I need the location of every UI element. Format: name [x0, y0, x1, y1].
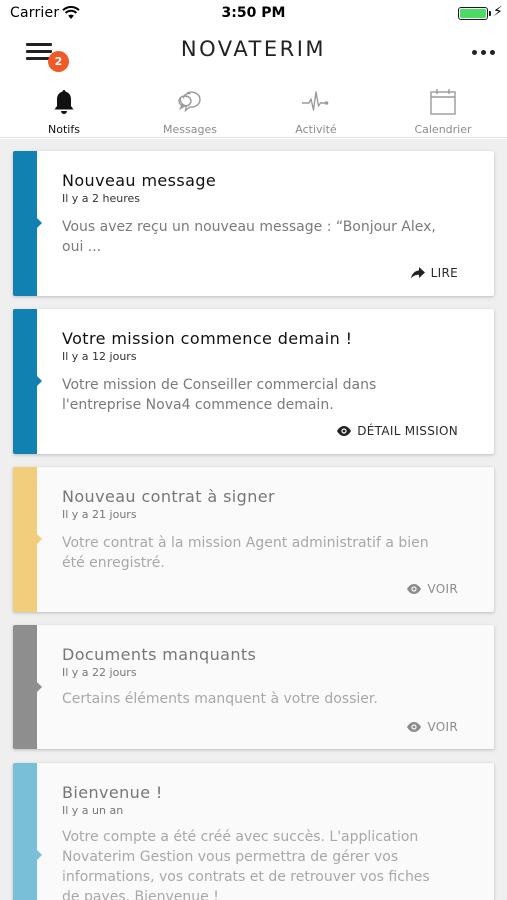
- battery-icon: [458, 7, 488, 20]
- tab-label: Messages: [163, 123, 217, 136]
- notification-color-stripe: [13, 309, 37, 454]
- notification-title: Nouveau contrat à signer: [62, 487, 275, 506]
- notification-card[interactable]: Votre mission commence demain ! Il y a 1…: [13, 309, 494, 454]
- notification-time: Il y a un an: [62, 804, 124, 817]
- eye-icon: [337, 426, 352, 436]
- app-header: 2 NOVATERIM: [0, 26, 507, 78]
- reply-arrow-icon: [410, 267, 425, 279]
- clock: 3:50 PM: [221, 5, 286, 21]
- notification-title: Nouveau message: [62, 171, 217, 190]
- tab-activite[interactable]: Activité: [253, 82, 379, 138]
- tab-calendrier[interactable]: Calendrier: [380, 82, 506, 138]
- action-label: DÉTAIL MISSION: [357, 424, 458, 438]
- notification-card[interactable]: Nouveau message Il y a 2 heures Vous ave…: [13, 151, 494, 296]
- tab-notifs[interactable]: Notifs: [1, 82, 127, 138]
- pulse-icon: [302, 91, 329, 111]
- tab-bar: Notifs Messages Activité Calendrier: [0, 82, 507, 138]
- notification-color-stripe: [13, 151, 37, 296]
- app-title: NOVATERIM: [180, 37, 327, 61]
- notification-title: Votre mission commence demain !: [62, 329, 353, 348]
- notification-card[interactable]: Bienvenue ! Il y a un an Votre compte a …: [13, 763, 494, 900]
- notification-body: Votre mission de Conseiller commercial d…: [62, 377, 377, 413]
- notification-color-stripe: [13, 763, 37, 900]
- notification-time: Il y a 2 heures: [62, 192, 141, 205]
- action-label: LIRE: [430, 266, 458, 280]
- eye-icon: [407, 722, 422, 732]
- calendar-icon: [430, 89, 456, 115]
- more-options-button[interactable]: [470, 48, 498, 58]
- notification-time: Il y a 12 jours: [62, 350, 137, 363]
- notification-title: Documents manquants: [62, 645, 257, 664]
- eye-icon: [407, 584, 422, 594]
- tab-messages[interactable]: Messages: [127, 82, 253, 138]
- chat-bubble-icon: [178, 91, 201, 113]
- notification-card[interactable]: Documents manquants Il y a 22 jours Cert…: [13, 625, 494, 749]
- notification-color-stripe: [13, 625, 37, 749]
- charging-bolt-icon: ⚡: [493, 4, 503, 20]
- tab-label: Calendrier: [414, 123, 472, 136]
- action-label: VOIR: [427, 720, 458, 734]
- status-bar: Carrier 3:50 PM ⚡: [0, 0, 507, 26]
- notification-body: Certains éléments manquent à votre dossi…: [62, 691, 378, 707]
- read-button[interactable]: LIRE: [410, 266, 458, 280]
- tab-label: Activité: [295, 123, 337, 136]
- tab-label: Notifs: [48, 123, 80, 136]
- notification-title: Bienvenue !: [62, 783, 163, 802]
- view-button[interactable]: VOIR: [407, 720, 458, 734]
- notification-feed[interactable]: Nouveau message Il y a 2 heures Vous ave…: [0, 139, 507, 900]
- notification-color-stripe: [13, 467, 37, 612]
- notification-time: Il y a 21 jours: [62, 508, 137, 521]
- notification-time: Il y a 22 jours: [62, 666, 137, 679]
- view-button[interactable]: VOIR: [407, 582, 458, 596]
- notification-body: Votre contrat à la mission Agent adminis…: [62, 535, 429, 571]
- battery-cap: [489, 11, 491, 16]
- action-label: VOIR: [427, 582, 458, 596]
- mission-detail-button[interactable]: DÉTAIL MISSION: [337, 424, 458, 438]
- bell-icon: [54, 90, 74, 114]
- notification-body: Votre compte a été créé avec succès. L'a…: [62, 829, 430, 900]
- notification-card[interactable]: Nouveau contrat à signer Il y a 21 jours…: [13, 467, 494, 612]
- notification-body: Vous avez reçu un nouveau message : “Bon…: [62, 219, 436, 255]
